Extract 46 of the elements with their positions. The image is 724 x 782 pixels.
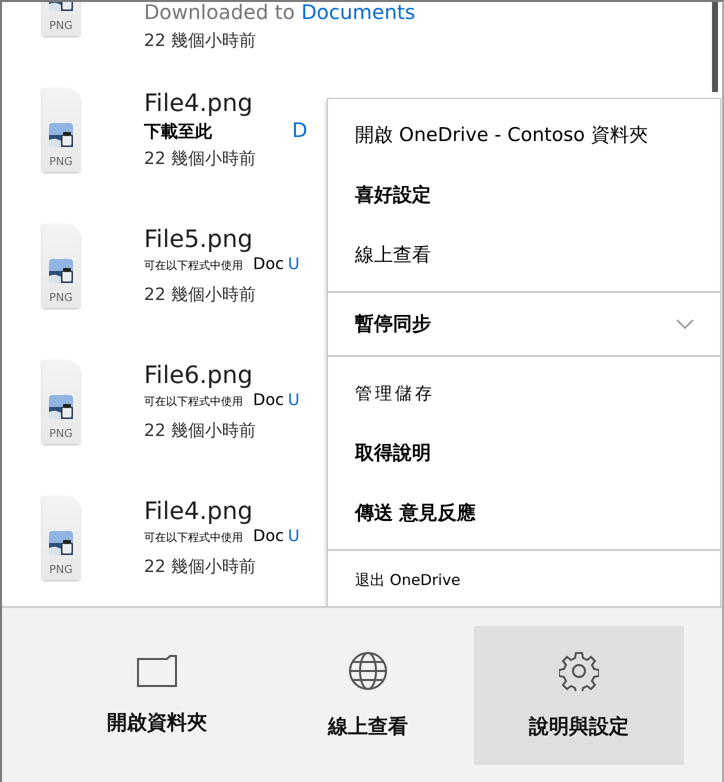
status-text: Downloaded to [144,2,296,24]
menu-item[interactable]: 暫停同步 [328,299,720,349]
file-type-label: PNG [49,563,73,576]
globe-icon [348,650,388,690]
file-type-label: PNG [49,19,73,32]
location-text: Doc [253,254,284,273]
image-thumbnail-icon [49,531,73,555]
status-text: 可在以下程式中使用 [144,394,243,409]
timestamp: 22 幾個小時前 [144,420,258,442]
timestamp: 22 幾個小時前 [144,556,258,578]
timestamp: 22 幾個小時前 [144,148,258,170]
menu-item[interactable]: 線上查看 [328,225,720,285]
file-name: File6.png [144,360,254,390]
timestamp: 22 幾個小時前 [144,30,258,52]
menu-item[interactable]: 取得說明 [328,423,720,483]
scrollbar-thumb[interactable] [712,2,718,92]
toolbar-button[interactable]: 線上查看 [263,626,473,764]
status-text: 可在以下程式中使用 [144,530,243,545]
settings-icon [559,650,599,690]
file-name: File4.png [144,496,254,526]
menu-item[interactable]: 喜好設定 [328,165,720,225]
location-text: Doc [253,390,284,409]
folder-icon [137,654,177,686]
menu-item[interactable]: 管理儲存 [328,363,720,423]
image-thumbnail-icon [49,259,73,283]
menu-item[interactable]: 退出 OneDrive [328,557,720,603]
image-thumbnail-icon [49,395,73,419]
timestamp: 22 幾個小時前 [144,284,258,306]
file-name: File4.png [144,88,254,118]
folder-link[interactable]: Documents [301,2,416,24]
file-type-label: PNG [49,291,73,304]
folder-link[interactable]: D [292,118,308,142]
status-text: 下載至此 [144,121,212,143]
location-text: Doc [253,526,284,545]
file-type-label: PNG [49,155,73,168]
menu-item[interactable]: 傳送 意見反應 [328,483,720,543]
folder-link[interactable]: U [288,254,300,273]
toolbar-button[interactable]: 說明與設定 [474,626,684,764]
folder-link[interactable]: U [288,526,300,545]
folder-link[interactable]: U [288,390,300,409]
status-text: 可在以下程式中使用 [144,258,243,273]
image-thumbnail-icon [49,123,73,147]
menu-item[interactable]: 開啟 OneDrive - Contoso 資料夾 [328,105,720,165]
file-name: File5.png [144,224,254,254]
toolbar-button[interactable]: 開啟資料夾 [52,626,262,764]
file-type-label: PNG [49,427,73,440]
